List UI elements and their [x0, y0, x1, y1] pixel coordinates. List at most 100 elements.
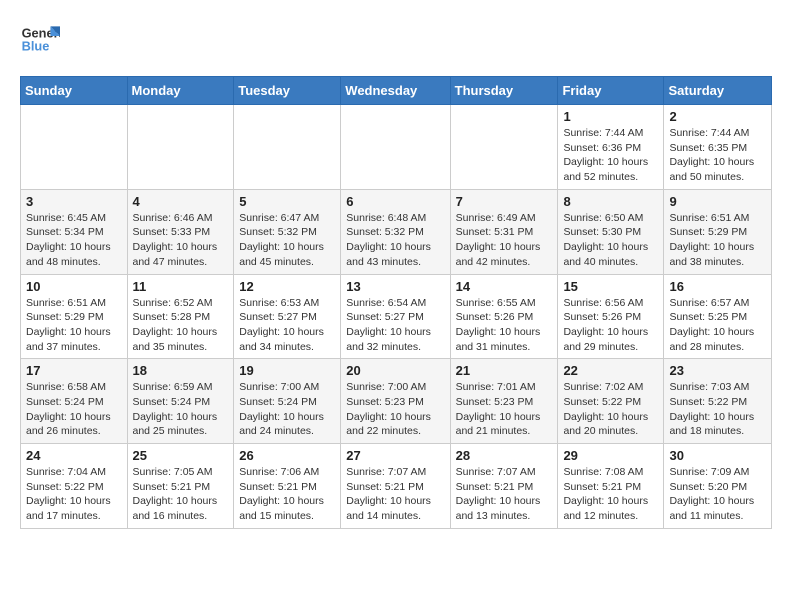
- day-number: 14: [456, 279, 553, 294]
- day-number: 30: [669, 448, 766, 463]
- header-sunday: Sunday: [21, 77, 128, 105]
- calendar-cell: 28 Sunrise: 7:07 AM Sunset: 5:21 PM Dayli…: [450, 444, 558, 529]
- day-info: Sunrise: 6:51 AM Sunset: 5:29 PM Dayligh…: [669, 211, 766, 270]
- calendar-cell: 9Sunrise: 6:51 AM Sunset: 5:29 PM Daylig…: [664, 189, 772, 274]
- day-number: 17: [26, 363, 122, 378]
- calendar-cell: 17 Sunrise: 6:58 AM Sunset: 5:24 PM Dayli…: [21, 359, 128, 444]
- calendar-week-row: 10 Sunrise: 6:51 AM Sunset: 5:29 PM Dayli…: [21, 274, 772, 359]
- calendar-cell: 8 Sunrise: 6:50 AM Sunset: 5:30 PM Daylig…: [558, 189, 664, 274]
- day-info: Sunrise: 6:50 AM Sunset: 5:30 PM Dayligh…: [563, 211, 658, 270]
- page-header: General Blue: [20, 20, 772, 60]
- calendar-cell: 23 Sunrise: 7:03 AM Sunset: 5:22 PM Dayli…: [664, 359, 772, 444]
- day-number: 28: [456, 448, 553, 463]
- calendar-header-row: SundayMondayTuesdayWednesdayThursdayFrid…: [21, 77, 772, 105]
- calendar-cell: 16 Sunrise: 6:57 AM Sunset: 5:25 PM Dayli…: [664, 274, 772, 359]
- day-info: Sunrise: 6:56 AM Sunset: 5:26 PM Dayligh…: [563, 296, 658, 355]
- day-number: 6: [346, 194, 444, 209]
- logo-icon: General Blue: [20, 20, 60, 60]
- calendar-cell: 6 Sunrise: 6:48 AM Sunset: 5:32 PM Daylig…: [341, 189, 450, 274]
- calendar-cell: 29 Sunrise: 7:08 AM Sunset: 5:21 PM Dayli…: [558, 444, 664, 529]
- calendar-cell: 12Sunrise: 6:53 AM Sunset: 5:27 PM Dayli…: [234, 274, 341, 359]
- calendar-cell: 26 Sunrise: 7:06 AM Sunset: 5:21 PM Dayli…: [234, 444, 341, 529]
- day-info: Sunrise: 6:46 AM Sunset: 5:33 PM Dayligh…: [133, 211, 229, 270]
- day-info: Sunrise: 7:06 AM Sunset: 5:21 PM Dayligh…: [239, 465, 335, 524]
- day-info: Sunrise: 6:45 AM Sunset: 5:34 PM Dayligh…: [26, 211, 122, 270]
- day-info: Sunrise: 6:57 AM Sunset: 5:25 PM Dayligh…: [669, 296, 766, 355]
- calendar-week-row: 17 Sunrise: 6:58 AM Sunset: 5:24 PM Dayli…: [21, 359, 772, 444]
- day-number: 8: [563, 194, 658, 209]
- calendar-cell: 11Sunrise: 6:52 AM Sunset: 5:28 PM Dayli…: [127, 274, 234, 359]
- calendar-week-row: 3Sunrise: 6:45 AM Sunset: 5:34 PM Daylig…: [21, 189, 772, 274]
- calendar-cell: 30 Sunrise: 7:09 AM Sunset: 5:20 PM Dayli…: [664, 444, 772, 529]
- calendar-cell: 2 Sunrise: 7:44 AM Sunset: 6:35 PM Daylig…: [664, 105, 772, 190]
- calendar-cell: 10 Sunrise: 6:51 AM Sunset: 5:29 PM Dayli…: [21, 274, 128, 359]
- day-info: Sunrise: 7:00 AM Sunset: 5:24 PM Dayligh…: [239, 380, 335, 439]
- day-info: Sunrise: 7:01 AM Sunset: 5:23 PM Dayligh…: [456, 380, 553, 439]
- day-info: Sunrise: 7:09 AM Sunset: 5:20 PM Dayligh…: [669, 465, 766, 524]
- day-info: Sunrise: 7:00 AM Sunset: 5:23 PM Dayligh…: [346, 380, 444, 439]
- calendar-table: SundayMondayTuesdayWednesdayThursdayFrid…: [20, 76, 772, 529]
- day-number: 26: [239, 448, 335, 463]
- day-number: 29: [563, 448, 658, 463]
- calendar-cell: 13 Sunrise: 6:54 AM Sunset: 5:27 PM Dayli…: [341, 274, 450, 359]
- day-number: 22: [563, 363, 658, 378]
- day-number: 19: [239, 363, 335, 378]
- day-number: 2: [669, 109, 766, 124]
- calendar-cell: 5 Sunrise: 6:47 AM Sunset: 5:32 PM Daylig…: [234, 189, 341, 274]
- day-info: Sunrise: 7:03 AM Sunset: 5:22 PM Dayligh…: [669, 380, 766, 439]
- day-info: Sunrise: 6:55 AM Sunset: 5:26 PM Dayligh…: [456, 296, 553, 355]
- svg-text:Blue: Blue: [22, 38, 50, 53]
- day-info: Sunrise: 7:08 AM Sunset: 5:21 PM Dayligh…: [563, 465, 658, 524]
- day-number: 20: [346, 363, 444, 378]
- calendar-cell: 1Sunrise: 7:44 AM Sunset: 6:36 PM Daylig…: [558, 105, 664, 190]
- day-number: 5: [239, 194, 335, 209]
- calendar-cell: 4 Sunrise: 6:46 AM Sunset: 5:33 PM Daylig…: [127, 189, 234, 274]
- day-number: 13: [346, 279, 444, 294]
- calendar-cell: 25Sunrise: 7:05 AM Sunset: 5:21 PM Dayli…: [127, 444, 234, 529]
- day-info: Sunrise: 6:48 AM Sunset: 5:32 PM Dayligh…: [346, 211, 444, 270]
- calendar-cell: 18Sunrise: 6:59 AM Sunset: 5:24 PM Dayli…: [127, 359, 234, 444]
- calendar-cell: 27 Sunrise: 7:07 AM Sunset: 5:21 PM Dayli…: [341, 444, 450, 529]
- day-info: Sunrise: 7:07 AM Sunset: 5:21 PM Dayligh…: [346, 465, 444, 524]
- calendar-cell: [21, 105, 128, 190]
- calendar-cell: 24Sunrise: 7:04 AM Sunset: 5:22 PM Dayli…: [21, 444, 128, 529]
- day-info: Sunrise: 6:51 AM Sunset: 5:29 PM Dayligh…: [26, 296, 122, 355]
- logo: General Blue: [20, 20, 66, 60]
- calendar-cell: 20 Sunrise: 7:00 AM Sunset: 5:23 PM Dayli…: [341, 359, 450, 444]
- calendar-cell: 3Sunrise: 6:45 AM Sunset: 5:34 PM Daylig…: [21, 189, 128, 274]
- day-number: 7: [456, 194, 553, 209]
- header-monday: Monday: [127, 77, 234, 105]
- calendar-cell: 15Sunrise: 6:56 AM Sunset: 5:26 PM Dayli…: [558, 274, 664, 359]
- day-info: Sunrise: 7:07 AM Sunset: 5:21 PM Dayligh…: [456, 465, 553, 524]
- day-info: Sunrise: 6:54 AM Sunset: 5:27 PM Dayligh…: [346, 296, 444, 355]
- day-info: Sunrise: 6:49 AM Sunset: 5:31 PM Dayligh…: [456, 211, 553, 270]
- header-wednesday: Wednesday: [341, 77, 450, 105]
- day-number: 16: [669, 279, 766, 294]
- day-number: 12: [239, 279, 335, 294]
- calendar-cell: 22Sunrise: 7:02 AM Sunset: 5:22 PM Dayli…: [558, 359, 664, 444]
- header-saturday: Saturday: [664, 77, 772, 105]
- day-info: Sunrise: 7:04 AM Sunset: 5:22 PM Dayligh…: [26, 465, 122, 524]
- day-number: 1: [563, 109, 658, 124]
- day-info: Sunrise: 7:44 AM Sunset: 6:35 PM Dayligh…: [669, 126, 766, 185]
- calendar-cell: 7 Sunrise: 6:49 AM Sunset: 5:31 PM Daylig…: [450, 189, 558, 274]
- calendar-cell: [341, 105, 450, 190]
- calendar-week-row: 24Sunrise: 7:04 AM Sunset: 5:22 PM Dayli…: [21, 444, 772, 529]
- day-number: 23: [669, 363, 766, 378]
- day-info: Sunrise: 6:58 AM Sunset: 5:24 PM Dayligh…: [26, 380, 122, 439]
- calendar-cell: 19 Sunrise: 7:00 AM Sunset: 5:24 PM Dayli…: [234, 359, 341, 444]
- calendar-cell: 14 Sunrise: 6:55 AM Sunset: 5:26 PM Dayli…: [450, 274, 558, 359]
- day-info: Sunrise: 6:52 AM Sunset: 5:28 PM Dayligh…: [133, 296, 229, 355]
- day-number: 27: [346, 448, 444, 463]
- day-number: 4: [133, 194, 229, 209]
- day-info: Sunrise: 6:59 AM Sunset: 5:24 PM Dayligh…: [133, 380, 229, 439]
- calendar-cell: 21 Sunrise: 7:01 AM Sunset: 5:23 PM Dayli…: [450, 359, 558, 444]
- calendar-cell: [127, 105, 234, 190]
- calendar-cell: [234, 105, 341, 190]
- day-number: 10: [26, 279, 122, 294]
- day-number: 21: [456, 363, 553, 378]
- calendar-cell: [450, 105, 558, 190]
- day-number: 25: [133, 448, 229, 463]
- day-info: Sunrise: 6:47 AM Sunset: 5:32 PM Dayligh…: [239, 211, 335, 270]
- header-thursday: Thursday: [450, 77, 558, 105]
